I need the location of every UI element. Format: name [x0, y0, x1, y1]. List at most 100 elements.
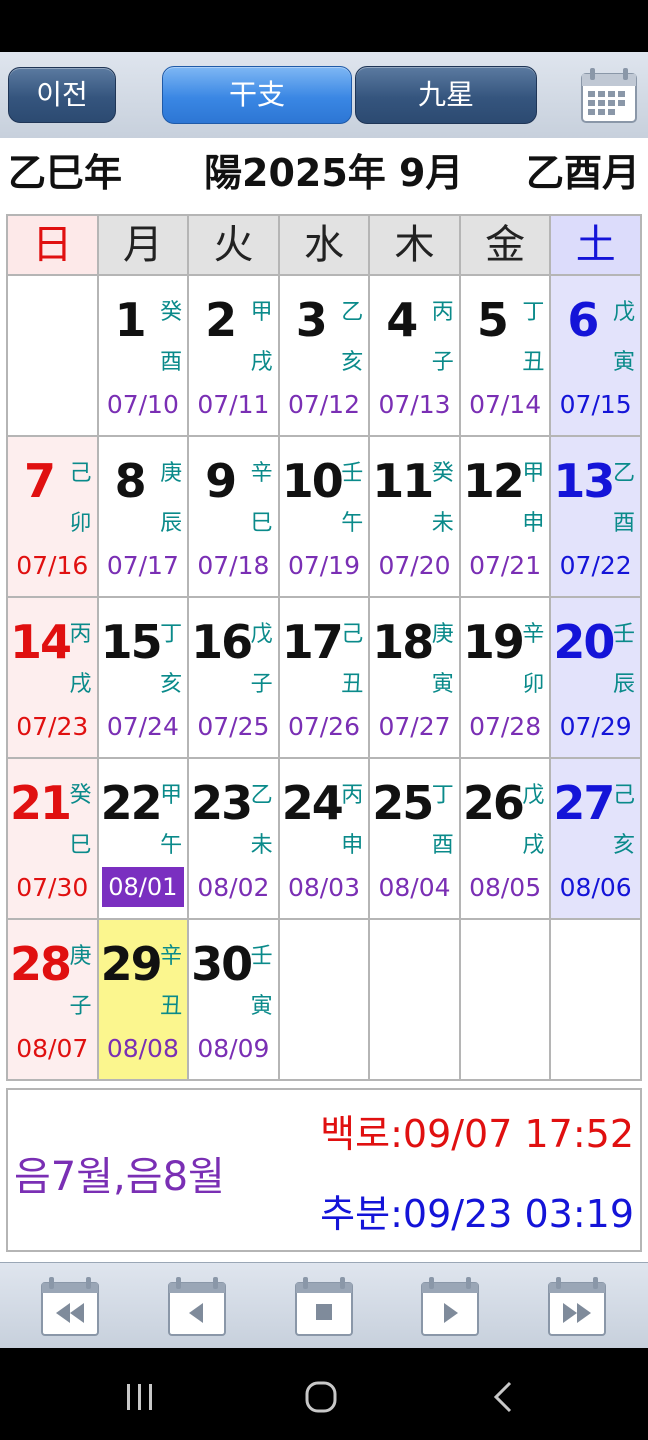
day-cell[interactable]: 18 庚寅 07/27 — [368, 596, 461, 759]
empty-cell — [368, 918, 461, 1081]
lunar-date: 07/10 — [106, 390, 179, 419]
day-cell[interactable]: 14 丙戌 07/23 — [6, 596, 99, 759]
earthly-branch: 亥 — [160, 672, 183, 697]
day-cell[interactable]: 28 庚子 08/07 — [6, 918, 99, 1081]
day-cell[interactable]: 16 戊子 07/25 — [187, 596, 280, 759]
day-cell[interactable]: 22 甲午 08/01 — [96, 757, 190, 920]
day-cell[interactable]: 7 己卯 07/16 — [6, 435, 99, 598]
lunar-date: 07/28 — [469, 712, 542, 741]
lunar-date: 07/22 — [559, 551, 632, 580]
earthly-branch: 丑 — [341, 672, 364, 697]
earthly-branch: 卯 — [69, 511, 92, 536]
day-cell-today[interactable]: 29 辛丑 08/08 — [96, 918, 190, 1081]
heavenly-stem: 己 — [612, 783, 635, 808]
back-icon[interactable] — [490, 1380, 516, 1414]
lunar-date: 07/20 — [378, 551, 451, 580]
day-cell[interactable]: 13 乙酉 07/22 — [549, 435, 642, 598]
calendar-icon[interactable] — [580, 66, 638, 124]
empty-cell — [549, 918, 642, 1081]
day-cell[interactable]: 12 甲申 07/21 — [458, 435, 552, 598]
week-row: 14 丙戌 07/23 15 丁亥 07/24 16 戊子 07/25 17 己丑 07/26 18 庚寅… — [6, 596, 642, 759]
week-row: 1 癸酉 07/10 2 甲戌 07/11 3 乙亥 07/12 4 丙子 07/13 5 丁丑 07/14… — [6, 274, 642, 437]
day-cell[interactable]: 2 甲戌 07/11 — [187, 274, 280, 437]
earthly-branch: 酉 — [612, 511, 635, 536]
home-icon[interactable] — [304, 1380, 338, 1414]
earthly-branch: 丑 — [522, 350, 545, 375]
earthly-branch: 午 — [160, 833, 183, 858]
lunar-date: 07/26 — [287, 712, 360, 741]
day-cell[interactable]: 15 丁亥 07/24 — [96, 596, 190, 759]
heavenly-stem: 丙 — [69, 622, 92, 647]
day-cell[interactable]: 1 癸酉 07/10 — [96, 274, 190, 437]
calendar-rewind-icon[interactable] — [40, 1275, 100, 1337]
day-cell[interactable]: 24 丙申 08/03 — [277, 757, 371, 920]
heavenly-stem: 辛 — [522, 622, 545, 647]
earthly-branch: 未 — [431, 511, 454, 536]
calendar-next-icon[interactable] — [420, 1275, 480, 1337]
bottom-nav — [0, 1262, 648, 1349]
earthly-branch: 子 — [431, 350, 454, 375]
day-cell[interactable]: 17 己丑 07/26 — [277, 596, 371, 759]
day-number: 12 — [462, 454, 525, 508]
day-cell[interactable]: 11 癸未 07/20 — [368, 435, 461, 598]
day-number: 21 — [10, 776, 72, 830]
day-cell[interactable]: 19 辛卯 07/28 — [458, 596, 552, 759]
heavenly-stem: 己 — [341, 622, 364, 647]
day-number: 24 — [281, 776, 344, 830]
calendar-prev-icon[interactable] — [167, 1275, 227, 1337]
calendar-grid: 日月火水木金土 1 癸酉 07/10 2 甲戌 07/11 3 乙亥 07/12 4 丙子 07/13… — [6, 214, 642, 1081]
week-row: 21 癸巳 07/30 22 甲午 08/01 23 乙未 08/02 24 丙申 08/03 25 丁酉… — [6, 757, 642, 920]
empty-cell — [458, 918, 552, 1081]
heavenly-stem: 丙 — [431, 300, 454, 325]
heavenly-stem: 丙 — [341, 783, 364, 808]
lunar-date: 07/24 — [106, 712, 179, 741]
day-cell[interactable]: 21 癸巳 07/30 — [6, 757, 99, 920]
lunar-date: 07/13 — [378, 390, 451, 419]
earthly-branch: 戌 — [522, 833, 545, 858]
heavenly-stem: 庚 — [160, 461, 183, 486]
weekday-header: 土 — [549, 214, 642, 276]
tab-nine-star[interactable]: 九星 — [355, 66, 537, 124]
day-cell[interactable]: 25 丁酉 08/04 — [368, 757, 461, 920]
calendar-stop-icon[interactable] — [294, 1275, 354, 1337]
solar-term-baekro: 백로:09/07 17:52 — [320, 1112, 634, 1156]
toolbar: 이전 干支 九星 — [0, 52, 648, 139]
solar-term-chubun: 추분:09/23 03:19 — [320, 1192, 634, 1236]
day-number: 17 — [281, 615, 344, 669]
day-cell[interactable]: 27 己亥 08/06 — [549, 757, 642, 920]
lunar-date: 07/17 — [106, 551, 179, 580]
heavenly-stem: 甲 — [250, 300, 273, 325]
day-cell[interactable]: 20 壬辰 07/29 — [549, 596, 642, 759]
day-cell[interactable]: 3 乙亥 07/12 — [277, 274, 371, 437]
day-cell[interactable]: 9 辛巳 07/18 — [187, 435, 280, 598]
calendar-fast-forward-icon[interactable] — [547, 1275, 607, 1337]
day-cell[interactable]: 8 庚辰 07/17 — [96, 435, 190, 598]
heavenly-stem: 甲 — [522, 461, 545, 486]
heavenly-stem: 癸 — [431, 461, 454, 486]
earthly-branch: 寅 — [612, 350, 635, 375]
heavenly-stem: 甲 — [160, 783, 183, 808]
day-cell[interactable]: 10 壬午 07/19 — [277, 435, 371, 598]
weekday-header: 火 — [187, 214, 280, 276]
year-ganzhi: 乙巳年 — [8, 151, 123, 195]
day-number: 9 — [205, 454, 237, 508]
day-cell[interactable]: 6 戊寅 07/15 — [549, 274, 642, 437]
day-cell[interactable]: 4 丙子 07/13 — [368, 274, 461, 437]
day-number: 15 — [100, 615, 163, 669]
day-cell[interactable]: 23 乙未 08/02 — [187, 757, 280, 920]
lunar-date: 08/03 — [287, 873, 360, 902]
earthly-branch: 酉 — [431, 833, 454, 858]
recent-apps-icon[interactable] — [124, 1382, 156, 1412]
day-cell[interactable]: 5 丁丑 07/14 — [458, 274, 552, 437]
heavenly-stem: 戊 — [250, 622, 273, 647]
day-number: 22 — [100, 776, 163, 830]
day-number: 3 — [295, 293, 328, 347]
earthly-branch: 子 — [69, 994, 92, 1019]
day-cell[interactable]: 26 戊戌 08/05 — [458, 757, 552, 920]
lunar-date: 08/02 — [197, 873, 270, 902]
day-number: 14 — [10, 615, 72, 669]
prev-button[interactable]: 이전 — [8, 67, 116, 123]
tab-ganzhi[interactable]: 干支 — [162, 66, 352, 124]
day-cell[interactable]: 30 壬寅 08/09 — [187, 918, 280, 1081]
earthly-branch: 丑 — [160, 994, 183, 1019]
